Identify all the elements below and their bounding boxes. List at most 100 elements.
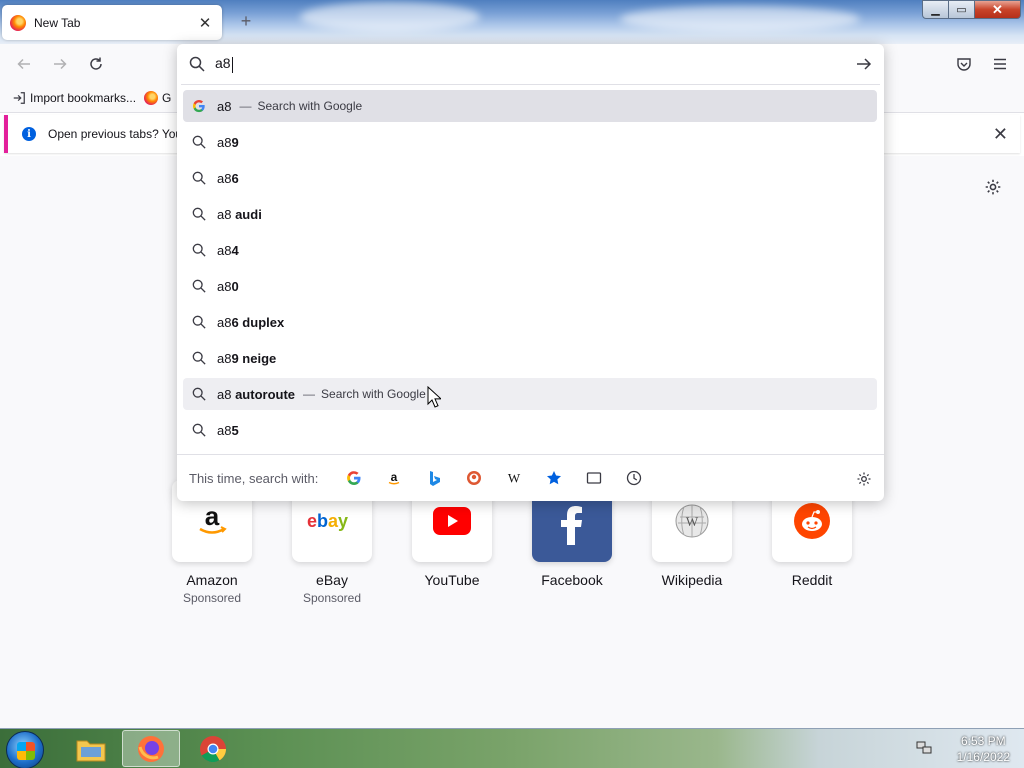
engine-wikipedia-button[interactable]: W [494, 464, 534, 492]
taskbar-explorer[interactable] [62, 730, 120, 767]
suggestion-list: a8— Search with Google a8 9 a8 6 a8 audi a8 4 a8 0… [183, 90, 877, 450]
search-icon [191, 386, 207, 402]
search-icon [191, 278, 207, 294]
engine-bing-button[interactable] [414, 464, 454, 492]
action-separator: — [303, 387, 316, 401]
engine-amazon-button[interactable]: a [374, 464, 414, 492]
system-clock[interactable]: 6:53 PM 1/16/2022 [957, 733, 1010, 765]
suggestion-row[interactable]: a8 5 [183, 414, 877, 446]
suggestion-typed-text: a8 [217, 134, 232, 150]
reload-icon [90, 57, 102, 70]
suggestion-row[interactable]: a8 9 neige [183, 342, 877, 374]
suggestion-typed-text: a8 [217, 170, 232, 186]
suggestion-typed-text: a8 [217, 422, 232, 438]
bookmark-label: G [162, 91, 172, 105]
search-icon [191, 314, 207, 330]
notification-text: Open previous tabs? You [48, 127, 183, 141]
tab-icon [587, 472, 602, 484]
tabs-search-button[interactable] [574, 464, 614, 492]
network-icon[interactable] [916, 741, 932, 755]
urlbar-popup: a8 a8— Search with Google a8 9 a8 6 a8 audi a8 4… [177, 44, 884, 501]
bookmarks-search-button[interactable] [534, 464, 574, 492]
bookmark-item[interactable]: G [144, 91, 171, 105]
search-icon [191, 170, 207, 186]
wikipedia-icon: W [675, 504, 709, 538]
top-site-name: Wikipedia [661, 572, 723, 588]
facebook-icon [548, 497, 596, 545]
minimize-button[interactable]: ▁ [922, 0, 949, 19]
start-button[interactable] [6, 731, 44, 768]
wikipedia-w-icon: W [508, 471, 521, 486]
top-site-name: YouTube [424, 572, 480, 588]
one-off-label: This time, search with: [189, 470, 319, 486]
sky-cloud [620, 6, 860, 32]
clock-date: 1/16/2022 [956, 750, 1010, 764]
suggestion-row[interactable]: a8 6 duplex [183, 306, 877, 338]
maximize-button[interactable]: ▭ [948, 0, 975, 19]
svg-text:a: a [205, 503, 220, 531]
import-bookmarks-label: Import bookmarks... [30, 91, 137, 105]
google-icon [191, 98, 207, 114]
amazon-icon: a [389, 470, 400, 485]
suggestion-row[interactable]: a8 6 [183, 162, 877, 194]
top-site-name: eBay [316, 572, 348, 588]
suggestion-row[interactable]: a8 0 [183, 270, 877, 302]
suggestion-row[interactable]: a8 9 [183, 126, 877, 158]
engine-google-button[interactable] [334, 464, 374, 492]
search-icon [191, 242, 207, 258]
clock-icon [627, 470, 642, 486]
suggestion-completion-text: 6 [231, 170, 239, 186]
search-icon [191, 134, 207, 150]
urlbar-input[interactable]: a8 [177, 44, 884, 84]
windows-logo-icon [17, 742, 35, 760]
import-bookmarks-item[interactable]: Import bookmarks... [12, 91, 136, 105]
suggestion-row[interactable]: a8 — Search with Google [183, 90, 877, 122]
urlbar-separator [181, 84, 880, 85]
back-arrow-icon [17, 58, 30, 70]
suggestion-typed-text: a8 [217, 350, 232, 366]
firefox-icon [138, 735, 164, 762]
reload-button[interactable] [84, 52, 108, 76]
suggestion-row[interactable]: a8 autoroute — Search with Google [183, 378, 877, 410]
notification-close-button[interactable]: ✕ [993, 124, 1008, 145]
pocket-button[interactable] [952, 52, 976, 76]
chrome-icon [200, 735, 227, 762]
star-icon [547, 471, 562, 485]
suggestion-completion-text: audi [231, 206, 262, 222]
tab-new-tab[interactable]: New Tab ✕ [2, 5, 222, 40]
suggestion-typed-text: a8 [217, 278, 232, 294]
suggestion-action: — Search with Google [239, 99, 362, 113]
search-settings-gear-icon[interactable] [856, 471, 872, 487]
history-search-button[interactable] [614, 464, 654, 492]
taskbar-chrome[interactable] [184, 730, 242, 767]
suggestion-row[interactable]: a8 4 [183, 234, 877, 266]
text-caret [231, 56, 233, 73]
engine-duckduckgo-button[interactable] [454, 464, 494, 492]
suggestion-row[interactable]: a8 audi [183, 198, 877, 230]
top-site-name: Facebook [541, 572, 603, 588]
suggestion-action: — Search with Google [303, 387, 426, 401]
youtube-icon [433, 507, 471, 535]
tab-close-button[interactable]: ✕ [196, 14, 214, 32]
import-icon [13, 92, 25, 104]
svg-text:W: W [686, 514, 699, 529]
top-site-name: Reddit [791, 572, 833, 588]
app-menu-button[interactable] [988, 52, 1012, 76]
amazon-icon: a [199, 503, 227, 534]
forward-button[interactable] [48, 52, 72, 76]
back-button[interactable] [12, 52, 36, 76]
taskbar-firefox[interactable] [122, 730, 180, 767]
search-icon [191, 422, 207, 438]
new-tab-button[interactable]: + [236, 11, 256, 32]
urlbar-typed-text[interactable]: a8 [215, 55, 233, 73]
go-arrow-icon[interactable] [856, 56, 872, 72]
reddit-icon [794, 503, 830, 539]
hamburger-menu-icon [994, 58, 1006, 70]
settings-gear-icon[interactable] [984, 178, 1002, 196]
suggestion-typed-text: a8 [217, 242, 232, 258]
pocket-icon [957, 58, 971, 71]
duckduckgo-icon [467, 471, 482, 485]
taskbar: 6:53 PM 1/16/2022 [0, 728, 1024, 768]
action-label: Search with Google [321, 387, 426, 401]
close-window-button[interactable]: ✕ [974, 0, 1021, 19]
